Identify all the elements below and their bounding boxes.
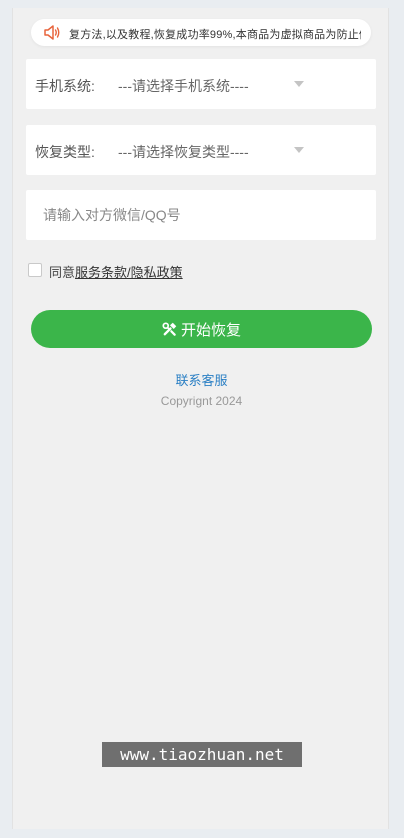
phone-system-label: 手机系统: [35, 78, 95, 94]
announcement-marquee: 复方法,以及教程,恢复成功率99%,本商品为虚拟商品为防止倒 [69, 19, 361, 46]
contact-id-input[interactable] [26, 190, 376, 240]
recovery-type-select[interactable]: 恢复类型: ---请选择恢复类型---- [26, 125, 376, 175]
speaker-icon [44, 25, 60, 40]
tools-icon [162, 321, 177, 336]
contact-id-card [26, 190, 376, 240]
start-recovery-label: 开始恢复 [180, 321, 241, 339]
agree-prefix: 同意 [49, 265, 76, 280]
agreement-text: 同意服务条款/隐私政策 [49, 262, 183, 281]
terms-privacy-link[interactable]: 服务条款/隐私政策 [75, 265, 183, 280]
recovery-type-label: 恢复类型: [35, 144, 95, 160]
agree-checkbox[interactable] [28, 263, 42, 277]
watermark: www.tiaozhuan.net [102, 742, 302, 767]
announcement-text: 复方法,以及教程,恢复成功率99%,本商品为虚拟商品为防止倒 [69, 29, 361, 41]
start-recovery-button[interactable]: 开始恢复 [31, 310, 372, 348]
phone-system-select[interactable]: 手机系统: ---请选择手机系统---- [26, 59, 376, 109]
contact-support-link[interactable]: 联系客服 [13, 370, 390, 389]
copyright-text: Copyrignt 2024 [160, 394, 243, 408]
chevron-down-icon[interactable] [294, 147, 304, 153]
announcement-bar: 复方法,以及教程,恢复成功率99%,本商品为虚拟商品为防止倒 [31, 19, 371, 46]
recovery-type-value[interactable]: ---请选择恢复类型---- [118, 142, 249, 162]
main-panel: 复方法,以及教程,恢复成功率99%,本商品为虚拟商品为防止倒 手机系统: ---… [12, 8, 389, 829]
phone-system-value[interactable]: ---请选择手机系统---- [118, 76, 249, 96]
chevron-down-icon[interactable] [294, 81, 304, 87]
